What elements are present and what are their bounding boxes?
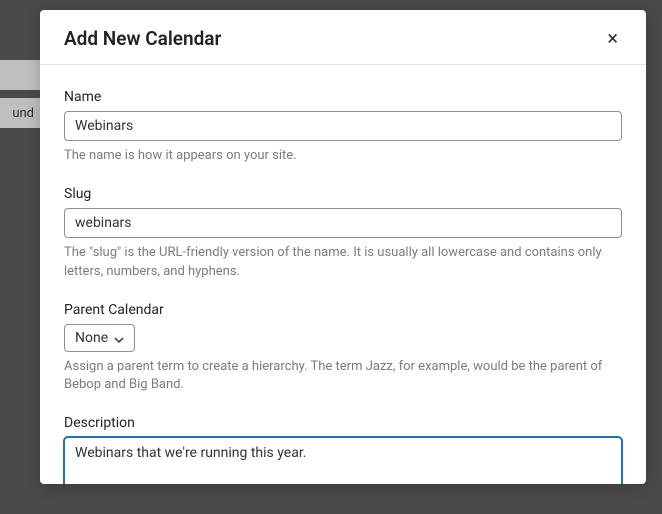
name-label: Name: [64, 89, 622, 105]
description-field: Description: [64, 415, 622, 484]
close-button[interactable]: ×: [603, 26, 622, 50]
parent-label: Parent Calendar: [64, 302, 622, 318]
slug-field: Slug The "slug" is the URL-friendly vers…: [64, 186, 622, 282]
background-partial-text: und: [0, 98, 40, 128]
name-field: Name The name is how it appears on your …: [64, 89, 622, 166]
slug-input[interactable]: [64, 208, 622, 238]
parent-field: Parent Calendar None Assign a parent ter…: [64, 302, 622, 396]
modal-header: Add New Calendar ×: [40, 10, 646, 65]
modal-body: Name The name is how it appears on your …: [40, 65, 646, 484]
parent-help: Assign a parent term to create a hierarc…: [64, 358, 622, 396]
chevron-down-icon: [114, 333, 124, 343]
add-calendar-modal: Add New Calendar × Name The name is how …: [40, 10, 646, 484]
slug-label: Slug: [64, 186, 622, 202]
modal-title: Add New Calendar: [64, 27, 221, 50]
name-help: The name is how it appears on your site.: [64, 147, 622, 166]
description-input[interactable]: [64, 437, 622, 484]
slug-help: The "slug" is the URL-friendly version o…: [64, 244, 622, 282]
parent-select[interactable]: None: [64, 324, 135, 352]
parent-selected-value: None: [75, 330, 108, 346]
description-label: Description: [64, 415, 622, 431]
close-icon: ×: [607, 26, 618, 50]
name-input[interactable]: [64, 111, 622, 141]
